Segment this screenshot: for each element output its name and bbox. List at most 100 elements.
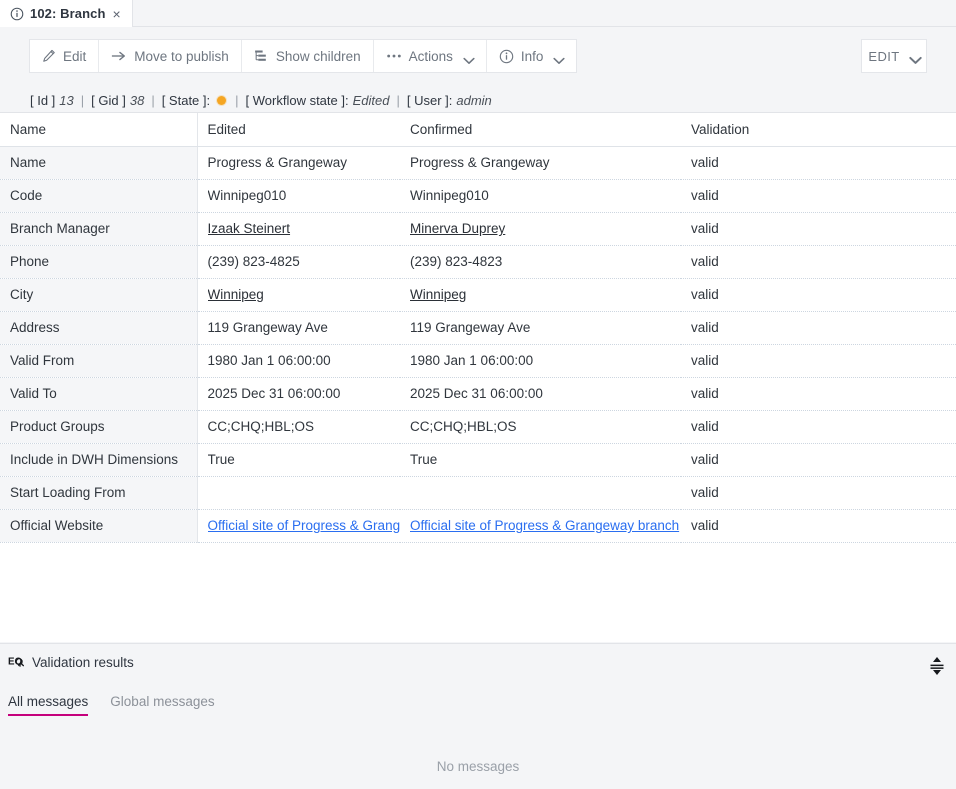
field-name-cell: City bbox=[0, 278, 198, 312]
meta-id-key: [ Id ] bbox=[30, 92, 56, 108]
validation-status-cell: valid bbox=[681, 377, 956, 411]
edit-mode-label: EDIT bbox=[868, 48, 900, 64]
column-header-edited[interactable]: Edited bbox=[197, 113, 400, 147]
info-menu-button[interactable]: Info bbox=[486, 40, 577, 72]
validation-status-cell: valid bbox=[681, 146, 956, 180]
edit-button[interactable]: Edit bbox=[30, 40, 100, 72]
arrow-right-icon bbox=[111, 49, 127, 63]
validation-status-cell: valid bbox=[681, 212, 956, 246]
meta-workflow-key: [ Workflow state ]: bbox=[245, 92, 349, 108]
tab-global-messages[interactable]: Global messages bbox=[110, 694, 214, 716]
table-row[interactable]: Product Groups CC;CHQ;HBL;OS CC;CHQ;HBL;OS… bbox=[0, 410, 956, 444]
field-name-cell: Code bbox=[0, 179, 198, 213]
meta-separator: | bbox=[396, 92, 400, 108]
field-name-cell: Valid From bbox=[0, 344, 198, 378]
reference-link[interactable]: Winnipeg bbox=[208, 287, 401, 302]
meta-gid-value: 38 bbox=[129, 92, 145, 108]
value-text: 2025 Dec 31 06:00:00 bbox=[410, 386, 543, 401]
edited-value-cell[interactable]: Izaak Steinert bbox=[197, 212, 401, 246]
toolbar-button-group: Edit Move to publish Show children Actio… bbox=[29, 39, 578, 73]
table-row[interactable]: Official Website Official site of Progres… bbox=[0, 509, 956, 543]
confirmed-value-cell: 1980 Jan 1 06:00:00 bbox=[400, 344, 681, 378]
column-header-validation[interactable]: Validation bbox=[681, 113, 956, 147]
message-tabs: All messages Global messages bbox=[8, 694, 215, 716]
meta-user-key: [ User ]: bbox=[406, 92, 453, 108]
validation-status-cell: valid bbox=[681, 245, 956, 279]
table-header-row: Name Edited Confirmed Validation bbox=[0, 113, 956, 147]
reference-link[interactable]: Winnipeg bbox=[410, 287, 681, 302]
table-row[interactable]: Valid To 2025 Dec 31 06:00:00 2025 Dec 31 … bbox=[0, 377, 956, 411]
validation-results-header: EQ Validation results bbox=[8, 654, 134, 671]
edit-button-label: Edit bbox=[63, 48, 87, 64]
value-text: Progress & Grangeway bbox=[410, 155, 550, 170]
value-text: (239) 823-4823 bbox=[410, 254, 503, 269]
edited-value-cell[interactable]: Winnipeg bbox=[197, 278, 401, 312]
edited-value-cell[interactable]: Official site of Progress & Grangeway br… bbox=[197, 509, 401, 543]
column-header-name[interactable]: Name bbox=[0, 113, 198, 147]
value-text: CC;CHQ;HBL;OS bbox=[207, 419, 315, 434]
application-window: 102: Branch × Edit Move to publish Show … bbox=[0, 0, 956, 789]
table-row[interactable]: Phone (239) 823-4825 (239) 823-4823 valid bbox=[0, 245, 956, 279]
website-link[interactable]: Official site of Progress & Grangeway br… bbox=[208, 518, 401, 533]
edited-value-cell bbox=[197, 476, 400, 510]
value-text: (239) 823-4825 bbox=[207, 254, 300, 269]
actions-menu-button[interactable]: Actions bbox=[373, 40, 487, 72]
table-body: Name Progress & Grangeway Progress & Grang… bbox=[0, 146, 956, 543]
move-to-publish-label: Move to publish bbox=[134, 48, 229, 64]
table-row[interactable]: Code Winnipeg010 Winnipeg010 valid bbox=[0, 179, 956, 213]
field-name-cell: Address bbox=[0, 311, 198, 345]
field-name-cell: Phone bbox=[0, 245, 198, 279]
show-children-button[interactable]: Show children bbox=[241, 40, 374, 72]
pencil-icon bbox=[42, 49, 56, 63]
edited-value-cell: Progress & Grangeway bbox=[197, 146, 400, 180]
value-text: Winnipeg010 bbox=[410, 188, 489, 203]
document-tab-branch[interactable]: 102: Branch × bbox=[0, 0, 133, 27]
field-name-cell: Name bbox=[0, 146, 198, 180]
toolbar: Edit Move to publish Show children Actio… bbox=[0, 27, 956, 85]
table-row[interactable]: Valid From 1980 Jan 1 06:00:00 1980 Jan 1 … bbox=[0, 344, 956, 378]
validation-status-cell: valid bbox=[681, 344, 956, 378]
confirmed-value-cell: Winnipeg010 bbox=[400, 179, 681, 213]
reference-link[interactable]: Izaak Steinert bbox=[208, 221, 401, 236]
value-text: True bbox=[207, 452, 235, 467]
empty-messages-text: No messages bbox=[436, 759, 520, 774]
confirmed-value-cell[interactable]: Minerva Duprey bbox=[400, 212, 681, 246]
tree-icon bbox=[254, 49, 269, 64]
record-meta-bar: [ Id ] 13 | [ Gid ] 38 | [ State ]: | [ … bbox=[0, 88, 956, 112]
chevron-down-icon bbox=[463, 53, 475, 64]
validation-results-title: Validation results bbox=[32, 655, 134, 670]
confirmed-value-cell: Progress & Grangeway bbox=[400, 146, 681, 180]
confirmed-value-cell[interactable]: Official site of Progress & Grangeway br… bbox=[400, 509, 681, 543]
table-row[interactable]: Address 119 Grangeway Ave 119 Grangeway Av… bbox=[0, 311, 956, 345]
table-row[interactable]: City Winnipeg Winnipeg valid bbox=[0, 278, 956, 312]
edit-mode-dropdown[interactable]: EDIT bbox=[861, 39, 927, 73]
confirmed-value-cell[interactable]: Winnipeg bbox=[400, 278, 681, 312]
table-row[interactable]: Start Loading From valid bbox=[0, 476, 956, 510]
chevron-down-icon bbox=[553, 53, 566, 64]
meta-state-key: [ State ]: bbox=[161, 92, 211, 108]
table-row[interactable]: Name Progress & Grangeway Progress & Grang… bbox=[0, 146, 956, 180]
vertical-resize-icon[interactable] bbox=[928, 656, 946, 676]
column-header-confirmed[interactable]: Confirmed bbox=[400, 113, 681, 147]
confirmed-value-cell: 2025 Dec 31 06:00:00 bbox=[400, 377, 681, 411]
field-comparison-table: Name Edited Confirmed Validation Name Pro… bbox=[0, 112, 956, 642]
edited-value-cell: Winnipeg010 bbox=[197, 179, 400, 213]
website-link[interactable]: Official site of Progress & Grangeway br… bbox=[410, 518, 681, 533]
reference-link[interactable]: Minerva Duprey bbox=[410, 221, 681, 236]
validation-status-cell: valid bbox=[681, 311, 956, 345]
field-name-cell: Valid To bbox=[0, 377, 198, 411]
table-header: Name Edited Confirmed Validation bbox=[0, 113, 956, 147]
confirmed-value-cell: (239) 823-4823 bbox=[400, 245, 681, 279]
close-icon[interactable]: × bbox=[112, 7, 122, 21]
tab-all-messages[interactable]: All messages bbox=[8, 694, 89, 716]
table-row[interactable]: Include in DWH Dimensions True True valid bbox=[0, 443, 956, 477]
edited-value-cell: True bbox=[197, 443, 400, 477]
validation-results-icon: EQ bbox=[8, 654, 25, 671]
value-text: CC;CHQ;HBL;OS bbox=[410, 419, 517, 434]
meta-separator: | bbox=[151, 92, 155, 108]
edited-value-cell: CC;CHQ;HBL;OS bbox=[197, 410, 400, 444]
table-row[interactable]: Branch Manager Izaak Steinert Minerva Dupr… bbox=[0, 212, 956, 246]
confirmed-value-cell bbox=[400, 476, 681, 510]
info-circle-icon bbox=[499, 49, 514, 64]
move-to-publish-button[interactable]: Move to publish bbox=[99, 40, 242, 72]
